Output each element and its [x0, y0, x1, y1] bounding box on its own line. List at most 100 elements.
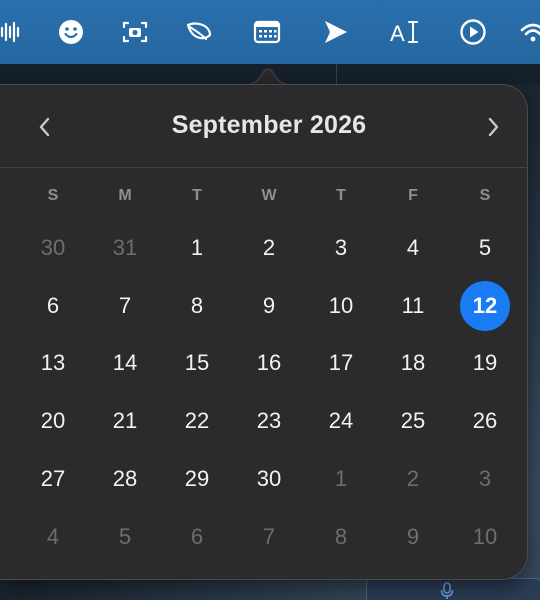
microphone-icon [439, 582, 455, 600]
day-number: 9 [406, 524, 420, 549]
day-number: 29 [184, 466, 210, 491]
day-number: 22 [184, 408, 210, 433]
weekday-label: W [261, 187, 277, 204]
calendar-day[interactable]: 4 [27, 514, 79, 560]
day-number: 16 [256, 350, 282, 375]
weekday-label: T [192, 187, 202, 204]
calendar-day[interactable]: 13 [27, 340, 79, 386]
calendar-day[interactable]: 7 [99, 283, 151, 329]
dictation-chip[interactable] [366, 578, 540, 600]
calendar-day[interactable]: 6 [171, 514, 223, 560]
calendar-day[interactable]: 1 [171, 225, 223, 271]
calendar-day[interactable]: 22 [171, 398, 223, 444]
day-number: 26 [472, 408, 498, 433]
text-cursor-icon[interactable]: A [388, 14, 422, 50]
calendar-day[interactable]: 31 [99, 225, 151, 271]
leaf-icon[interactable] [182, 14, 216, 50]
calendar-day[interactable]: 10 [459, 514, 511, 560]
calendar-day[interactable]: 30 [27, 225, 79, 271]
play-circle-icon[interactable] [456, 14, 490, 50]
day-number: 12 [472, 293, 498, 318]
day-number: 19 [472, 350, 498, 375]
calendar-day[interactable]: 3 [315, 225, 367, 271]
day-number: 10 [472, 524, 498, 549]
day-number: 27 [40, 466, 66, 491]
calendar-day[interactable]: 1 [315, 456, 367, 502]
calendar-day[interactable]: 4 [387, 225, 439, 271]
day-number: 6 [46, 293, 60, 318]
calendar-day[interactable]: 30 [243, 456, 295, 502]
calendar-day[interactable]: 8 [315, 514, 367, 560]
calendar-day[interactable]: 26 [459, 398, 511, 444]
calendar-popover: September 2026 SMTWTFS 30 31 1 2 3 4 5 6 7 8 9 10 11… [0, 84, 528, 580]
calendar-day[interactable]: 15 [171, 340, 223, 386]
weekday-label: S [479, 187, 491, 204]
calendar-day[interactable]: 21 [99, 398, 151, 444]
day-number: 3 [334, 235, 348, 260]
screenshot-camera-icon[interactable] [118, 14, 152, 50]
day-number: 15 [184, 350, 210, 375]
day-number: 20 [40, 408, 66, 433]
calendar-day[interactable]: 7 [243, 514, 295, 560]
calendar-icon[interactable] [250, 14, 284, 50]
weekday-label: T [336, 187, 346, 204]
day-number: 5 [118, 524, 132, 549]
calendar-day[interactable]: 25 [387, 398, 439, 444]
day-number: 10 [328, 293, 354, 318]
day-number: 14 [112, 350, 138, 375]
calendar-day[interactable]: 27 [27, 456, 79, 502]
calendar-day[interactable]: 2 [243, 225, 295, 271]
day-number: 1 [190, 235, 204, 260]
calendar-day[interactable]: 28 [99, 456, 151, 502]
menu-bar: A [0, 0, 540, 64]
calendar-day[interactable]: 9 [387, 514, 439, 560]
calendar-day[interactable]: 14 [99, 340, 151, 386]
calendar-day[interactable]: 24 [315, 398, 367, 444]
send-arrow-icon[interactable] [318, 14, 352, 50]
calendar-day[interactable]: 11 [387, 283, 439, 329]
audio-waveform-icon[interactable] [0, 14, 28, 50]
calendar-day[interactable]: 20 [27, 398, 79, 444]
weekday-header-row: SMTWTFS [0, 187, 540, 209]
day-number: 23 [256, 408, 282, 433]
day-number: 7 [262, 524, 276, 549]
day-number: 3 [478, 466, 492, 491]
calendar-day[interactable]: 29 [171, 456, 223, 502]
smiley-face-icon[interactable] [54, 14, 88, 50]
day-number: 30 [40, 235, 66, 260]
chevron-right-icon [488, 117, 499, 137]
calendar-day[interactable]: 10 [315, 283, 367, 329]
calendar-day[interactable]: 2 [387, 456, 439, 502]
calendar-day[interactable]: 16 [243, 340, 295, 386]
day-number: 17 [328, 350, 354, 375]
day-number: 8 [190, 293, 204, 318]
day-number: 21 [112, 408, 138, 433]
day-number: 25 [400, 408, 426, 433]
calendar-day[interactable]: 17 [315, 340, 367, 386]
calendar-header: September 2026 [0, 85, 528, 168]
day-number: 4 [46, 524, 60, 549]
day-number: 11 [401, 293, 425, 318]
day-number: 8 [334, 524, 348, 549]
day-number: 2 [406, 466, 420, 491]
calendar-day-today[interactable]: 12 [459, 281, 511, 331]
calendar-day[interactable]: 6 [27, 283, 79, 329]
calendar-day[interactable]: 23 [243, 398, 295, 444]
day-number: 6 [190, 524, 204, 549]
day-number: 7 [118, 293, 132, 318]
calendar-day[interactable]: 5 [99, 514, 151, 560]
weekday-label: S [47, 187, 59, 204]
day-number: 28 [112, 466, 138, 491]
calendar-day[interactable]: 5 [459, 225, 511, 271]
calendar-day[interactable]: 3 [459, 456, 511, 502]
calendar-day[interactable]: 8 [171, 283, 223, 329]
month-title: September 2026 [171, 111, 367, 139]
calendar-day[interactable]: 9 [243, 283, 295, 329]
day-number: 1 [334, 466, 348, 491]
calendar-day[interactable]: 18 [387, 340, 439, 386]
day-number: 30 [256, 466, 282, 491]
weekday-label: M [118, 187, 132, 204]
calendar-day[interactable]: 19 [459, 340, 511, 386]
wifi-icon[interactable] [516, 14, 540, 50]
next-month-button[interactable] [482, 115, 506, 139]
